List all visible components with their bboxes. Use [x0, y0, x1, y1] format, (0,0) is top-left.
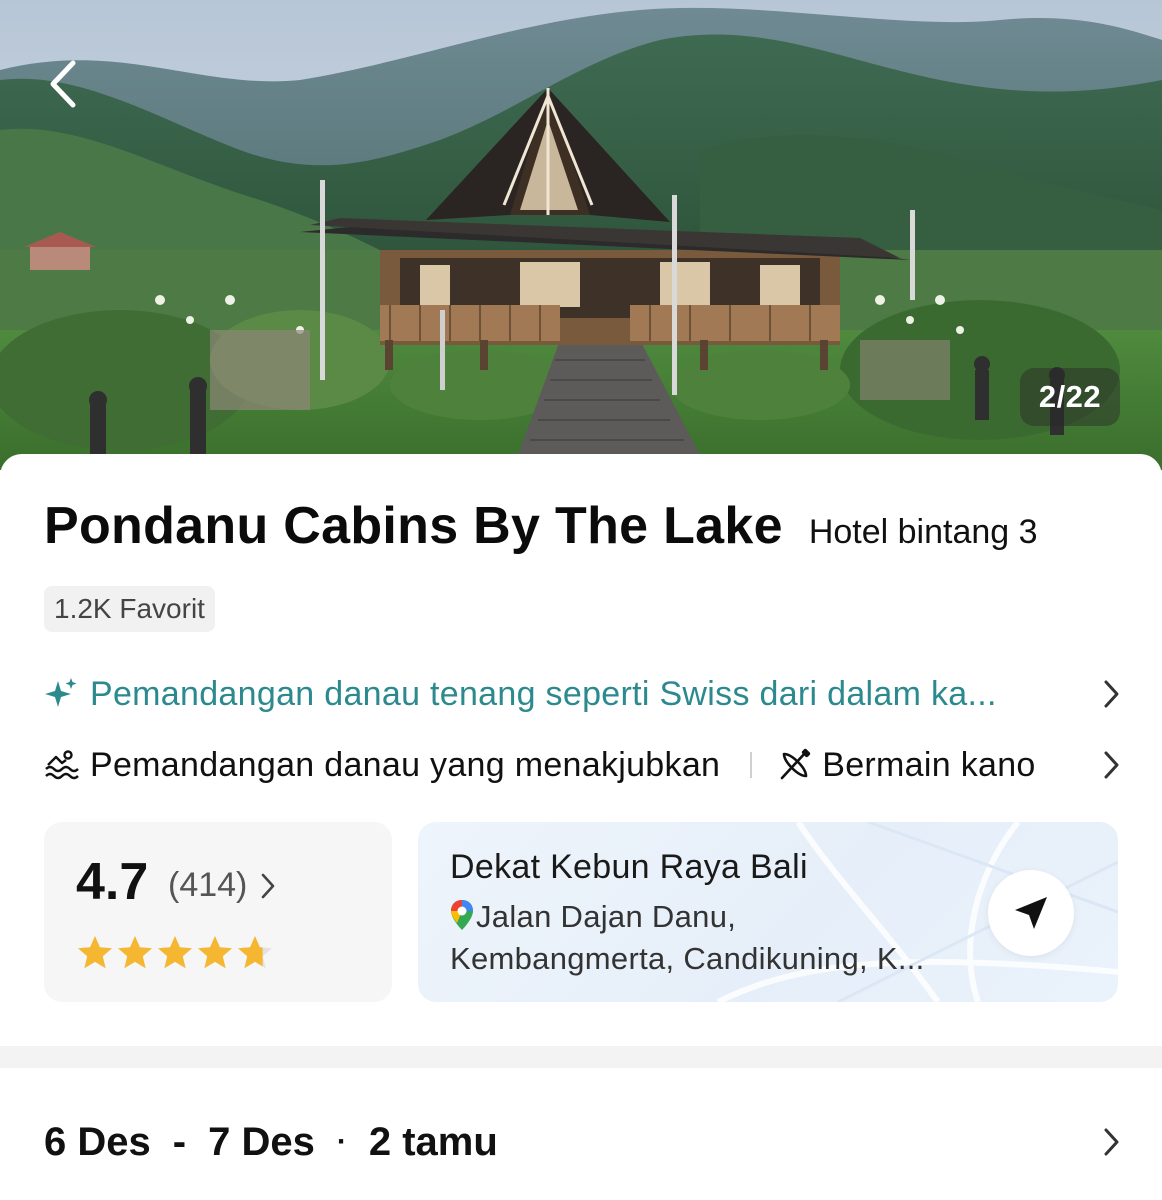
chevron-right-icon [1104, 751, 1119, 779]
star-icon [158, 936, 192, 969]
features-row[interactable]: Pemandangan danau yang menakjubkan Berma… [44, 736, 1120, 794]
feature-item: Pemandangan danau yang menakjubkan [44, 746, 720, 785]
date-separator: - [172, 1119, 187, 1164]
title-row: Pondanu Cabins By The Lake Hotel bintang… [44, 496, 1038, 556]
stay-dates-guests-row[interactable]: 6 Des - 7 Des · 2 tamu [44, 1114, 1120, 1170]
star-icon [78, 936, 112, 969]
location-card[interactable]: Dekat Kebun Raya Bali Jalan Dajan Danu, … [418, 822, 1118, 1002]
section-divider [0, 1046, 1162, 1068]
dot-separator: · [336, 1125, 347, 1158]
chevron-left-icon [50, 60, 76, 108]
hotel-photo [0, 0, 1162, 470]
back-button[interactable] [34, 52, 90, 116]
rating-card[interactable]: 4.7 (414) [44, 822, 392, 1002]
feature-label: Pemandangan danau yang menakjubkan [90, 745, 721, 784]
star-icon [118, 936, 152, 969]
directions-button[interactable] [988, 870, 1074, 956]
review-count: (414) [168, 866, 248, 904]
chevron-right-icon [1104, 1128, 1119, 1156]
ai-highlight-row[interactable]: Pemandangan danau tenang seperti Swiss d… [44, 666, 1120, 722]
hotel-info-card: Pondanu Cabins By The Lake Hotel bintang… [0, 454, 1162, 1200]
address-line-2: Kembangmerta, Candikuning, K... [450, 941, 925, 976]
rating-score: 4.7 [76, 853, 149, 911]
location-landmark: Dekat Kebun Raya Bali [450, 848, 808, 886]
hotel-class-label: Hotel bintang 3 [808, 513, 1038, 551]
hero-photo[interactable]: 2/22 [0, 0, 1162, 470]
ai-highlight-text: Pemandangan danau tenang seperti Swiss d… [90, 674, 997, 713]
photo-counter: 2/22 [1020, 368, 1120, 426]
feature-item: Bermain kano [778, 746, 1068, 785]
lake-waves-icon [45, 750, 79, 780]
map-pin-icon [451, 900, 473, 930]
chevron-right-icon [1104, 680, 1119, 708]
sparkle-icon [45, 678, 77, 707]
location-address: Jalan Dajan Danu, Kembangmerta, Candikun… [450, 896, 925, 980]
chevron-right-icon [261, 873, 275, 899]
guest-count: 2 tamu [368, 1119, 498, 1164]
hotel-name: Pondanu Cabins By The Lake [44, 497, 783, 555]
check-out-date: 7 Des [208, 1119, 315, 1164]
feature-text-clip: Bermain kano [812, 746, 1068, 785]
canoe-paddle-icon [780, 748, 811, 780]
feature-label: Bermain kano [822, 745, 1036, 784]
star-icon [198, 936, 232, 969]
navigation-arrow-icon [1015, 897, 1047, 929]
check-in-date: 6 Des [44, 1119, 151, 1164]
feature-separator [750, 752, 753, 778]
star-rating [76, 934, 274, 972]
star-icon [238, 936, 272, 969]
favorites-badge: 1.2K Favorit [44, 586, 215, 632]
address-line-1: Jalan Dajan Danu, [476, 899, 737, 934]
